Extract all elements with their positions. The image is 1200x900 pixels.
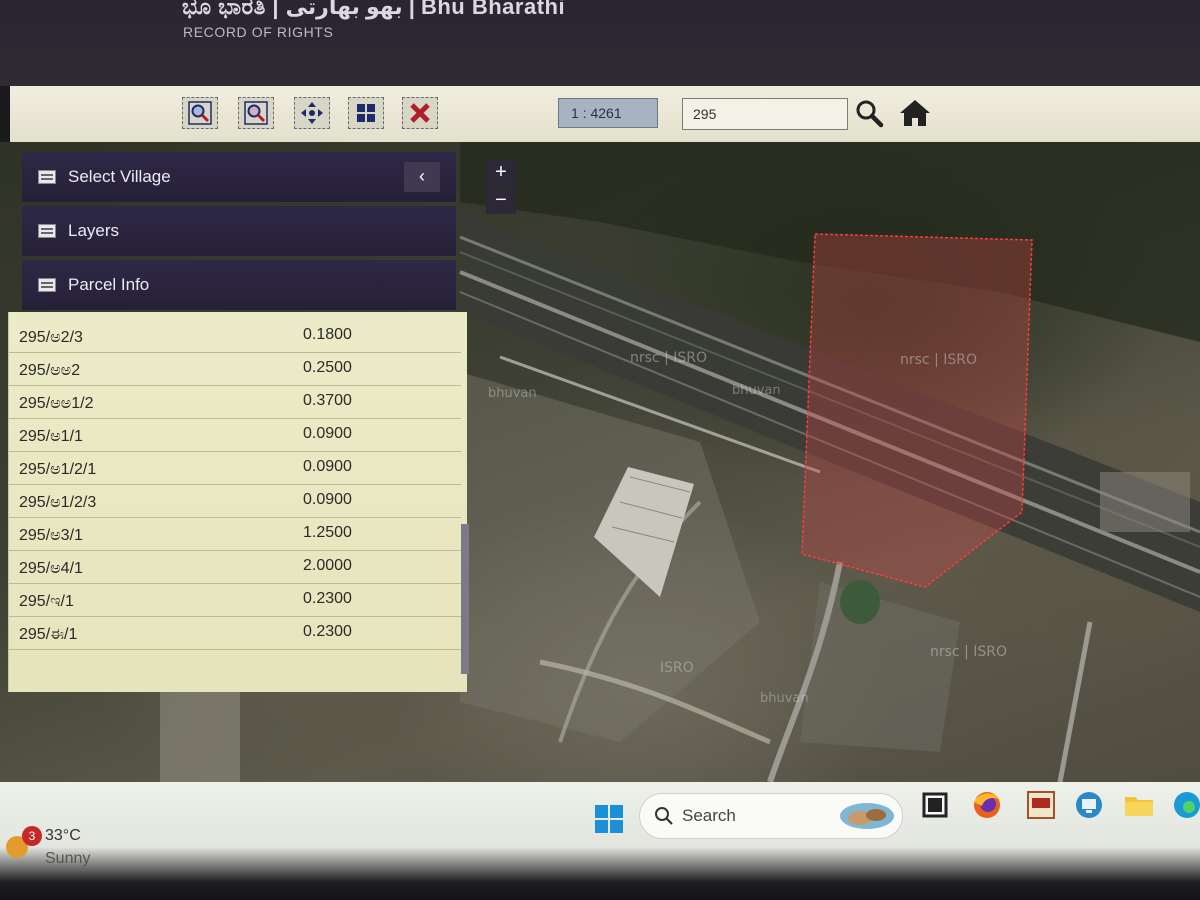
parcel-area: 1.2500	[303, 524, 352, 541]
search-button[interactable]	[852, 96, 886, 130]
zoom-in-tool-icon	[188, 101, 212, 125]
parcel-area: 0.2300	[303, 623, 352, 640]
map-watermark: bhuvan	[760, 691, 809, 706]
windows-logo-icon	[595, 805, 623, 833]
edge-icon	[1174, 792, 1200, 818]
windows-taskbar: 3 33°C Sunny Search	[0, 782, 1200, 900]
select-village-label: Select Village	[68, 167, 171, 186]
layers-label: Layers	[68, 221, 120, 240]
select-village-header[interactable]: Select Village ‹	[22, 152, 456, 202]
home-button[interactable]	[898, 96, 932, 130]
map-toolbar: 1 : 4261	[10, 86, 1200, 143]
weather-alert-badge: 3	[22, 826, 42, 846]
map-watermark: ISRO	[660, 660, 694, 676]
parcel-row[interactable]: 295/ಅ3/1 1.2500	[9, 518, 461, 551]
parcel-survey-number: 295/ಇ/1	[19, 593, 74, 610]
parcel-row[interactable]: 295/ಈ/1 0.2300	[9, 617, 461, 650]
parcel-survey-number: 295/ಅಅ2	[19, 362, 81, 379]
parcel-area: 0.1800	[303, 326, 352, 343]
parcel-search-input[interactable]	[682, 98, 848, 130]
taskbar-app-pinned[interactable]	[1024, 788, 1058, 822]
task-view-icon	[922, 792, 948, 818]
panel-list-icon	[38, 224, 56, 238]
home-icon	[900, 100, 930, 126]
parcel-survey-number: 295/ಅಅ1/2	[19, 395, 94, 412]
parcel-survey-number: 295/ಈ/1	[19, 626, 78, 643]
parcel-info-table: 295/ಅ2/3 0.1800 295/ಅಅ2 0.2500 295/ಅಅ1/2…	[8, 312, 469, 692]
zoom-out-tool-button[interactable]	[238, 97, 274, 129]
parcel-survey-number: 295/ಅ2/3	[19, 329, 83, 346]
taskbar-app-firefox[interactable]	[970, 788, 1004, 822]
map-watermark: bhuvan	[488, 386, 537, 401]
parcel-survey-number: 295/ಅ4/1	[19, 560, 83, 577]
map-scale-display: 1 : 4261	[558, 98, 658, 128]
layers-header[interactable]: Layers	[22, 206, 456, 256]
parcel-row[interactable]: 295/ಅಅ2 0.2500	[9, 353, 461, 386]
map-zoom-in-button[interactable]: +	[486, 160, 516, 186]
parcel-area: 0.2500	[303, 359, 352, 376]
parcel-area: 0.0900	[303, 491, 352, 508]
firefox-icon	[974, 792, 1000, 818]
parcel-survey-number: 295/ಅ1/2/1	[19, 461, 97, 478]
parcel-area: 2.0000	[303, 557, 352, 574]
parcel-row[interactable]: 295/ಅ1/2/1 0.0900	[9, 452, 461, 485]
app-subtitle: RECORD OF RIGHTS	[183, 24, 334, 40]
parcel-row[interactable]: 295/ಅ1/2/3 0.0900	[9, 485, 461, 518]
app-header: ಭೂ ಭಾರತಿ | بهو بھارتی | Bhu Bharathi REC…	[0, 0, 1200, 86]
pan-tool-button[interactable]	[294, 97, 330, 129]
parcel-row[interactable]: 295/ಅ4/1 2.0000	[9, 551, 461, 584]
app-title: ಭೂ ಭಾರತಿ | بهو بھارتی | Bhu Bharathi	[182, 0, 566, 19]
parcel-row[interactable]: 295/ಅ1/1 0.0900	[9, 419, 461, 452]
zoom-in-tool-button[interactable]	[182, 97, 218, 129]
zoom-out-tool-icon	[244, 101, 268, 125]
parcel-info-header[interactable]: Parcel Info	[22, 260, 456, 310]
parcel-table-scrollbar[interactable]	[461, 524, 469, 674]
full-extent-tool-button[interactable]	[348, 97, 384, 129]
taskbar-search-box[interactable]: Search	[640, 794, 902, 838]
clear-tool-button[interactable]	[402, 97, 438, 129]
taskbar-search-label: Search	[682, 806, 736, 825]
parcel-area: 0.0900	[303, 458, 352, 475]
parcel-survey-number: 295/ಅ1/2/3	[19, 494, 97, 511]
collapse-panel-button[interactable]: ‹	[404, 162, 440, 192]
parcel-area: 0.2300	[303, 590, 352, 607]
pan-tool-icon	[301, 102, 323, 124]
parcel-row[interactable]: 295/ಅಅ1/2 0.3700	[9, 386, 461, 419]
parcel-area: 0.3700	[303, 392, 352, 409]
map-watermark: bhuvan	[732, 383, 781, 398]
parcel-survey-number: 295/ಅ1/1	[19, 428, 83, 445]
taskbar-app-edge[interactable]	[1170, 788, 1200, 822]
weather-temperature[interactable]: 33°C	[45, 827, 81, 845]
app-tile-icon	[1027, 791, 1055, 819]
parcel-info-label: Parcel Info	[68, 275, 150, 294]
map-watermark: nrsc | ISRO	[630, 350, 707, 366]
search-icon	[655, 807, 673, 825]
map-watermark: nrsc | ISRO	[930, 644, 1007, 660]
map-zoom-out-button[interactable]: −	[486, 188, 516, 214]
remote-desktop-icon	[1076, 792, 1102, 818]
parcel-row[interactable]: 295/ಇ/1 0.2300	[9, 584, 461, 617]
map-watermark: nrsc | ISRO	[900, 352, 977, 368]
folder-icon	[1125, 797, 1153, 816]
full-extent-tool-icon	[357, 104, 375, 122]
parcel-row[interactable]: 295/ಅ2/3 0.1800	[9, 320, 461, 353]
clear-tool-icon	[410, 103, 430, 123]
taskbar-app-file-explorer[interactable]	[1122, 788, 1156, 822]
taskbar-app-task-view[interactable]	[918, 788, 952, 822]
panel-list-icon	[38, 170, 56, 184]
parcel-area: 0.0900	[303, 425, 352, 442]
weather-condition[interactable]: Sunny	[45, 850, 90, 868]
parcel-survey-number: 295/ಅ3/1	[19, 527, 83, 544]
panel-list-icon	[38, 278, 56, 292]
taskbar-app-remote[interactable]	[1072, 788, 1106, 822]
magnifier-icon	[856, 100, 884, 128]
start-button[interactable]	[594, 804, 624, 834]
search-highlight-icon	[840, 803, 894, 829]
chevron-left-icon: ‹	[419, 166, 425, 186]
